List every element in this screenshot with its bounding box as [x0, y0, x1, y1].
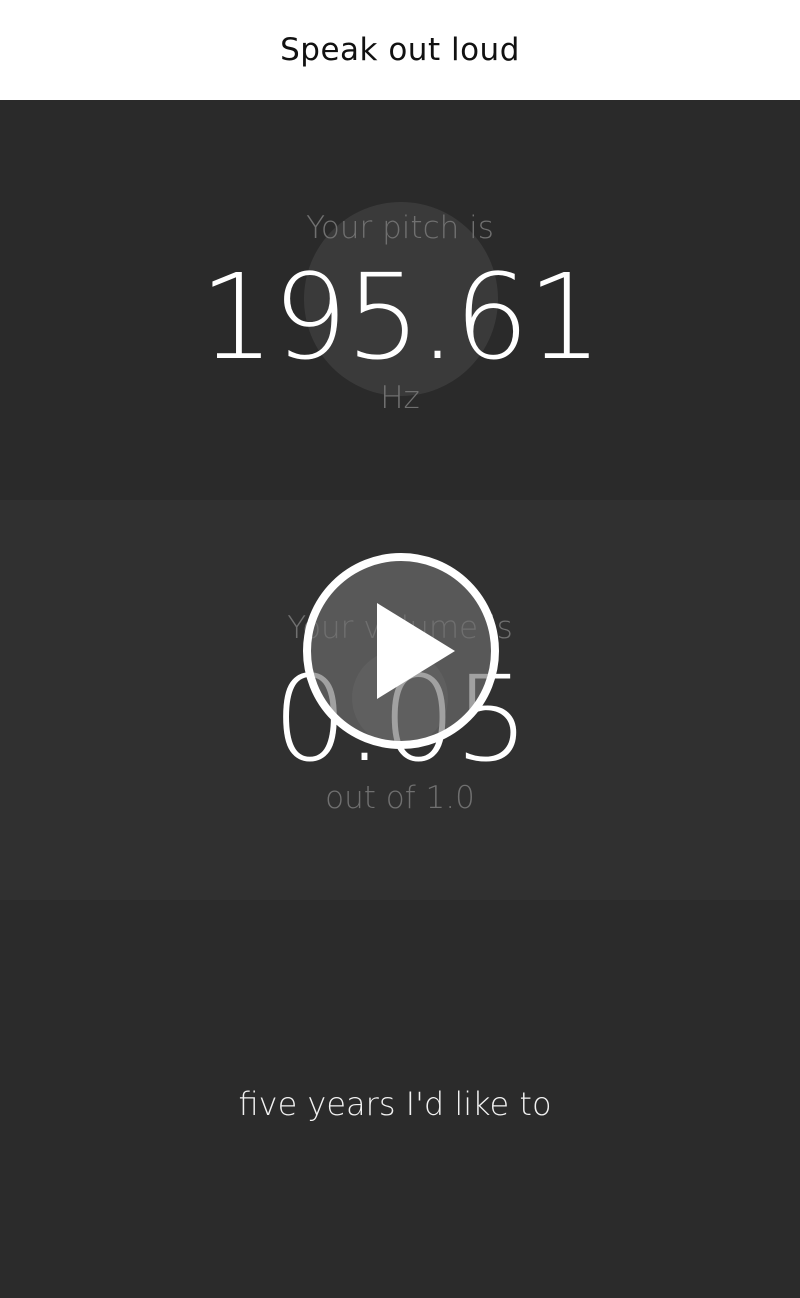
app-header: Speak out loud — [0, 0, 800, 100]
pitch-panel: Your pitch is 195.61 Hz — [0, 100, 800, 500]
page-title: Speak out loud — [280, 32, 520, 68]
transcript-panel: five years I'd like to — [0, 900, 800, 1298]
pitch-unit: Hz — [380, 380, 420, 416]
pitch-label: Your pitch is — [306, 210, 494, 246]
transcript-text: five years I'd like to — [238, 1085, 552, 1123]
pitch-value: 195.61 — [199, 248, 603, 386]
volume-unit: out of 1.0 — [325, 780, 475, 816]
play-icon — [377, 603, 455, 699]
play-button[interactable] — [303, 553, 499, 749]
